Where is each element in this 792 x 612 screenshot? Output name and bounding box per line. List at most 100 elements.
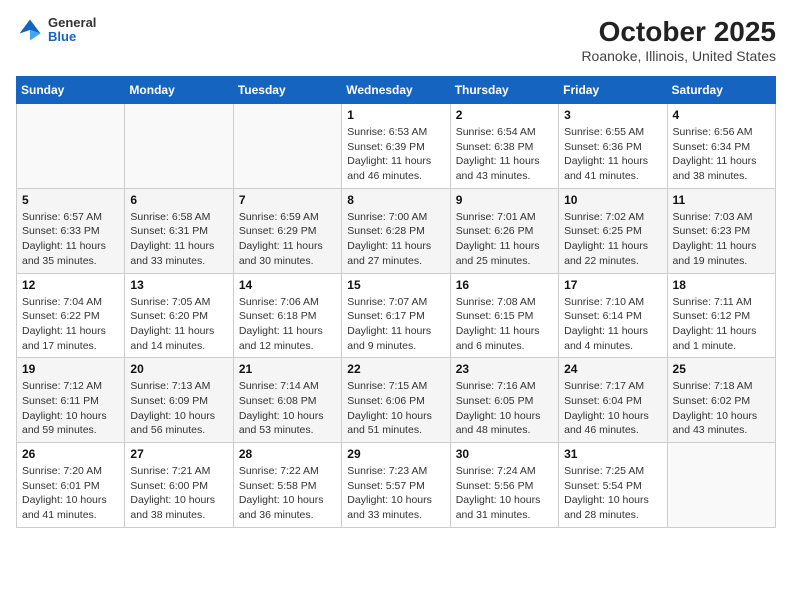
calendar-day-cell: 18 Sunrise: 7:11 AMSunset: 6:12 PMDayligh… <box>667 273 775 358</box>
cell-sun-info: Sunrise: 7:08 AMSunset: 6:15 PMDaylight:… <box>456 295 553 354</box>
calendar-day-cell: 12 Sunrise: 7:04 AMSunset: 6:22 PMDayligh… <box>17 273 125 358</box>
calendar-day-cell: 8Sunrise: 7:00 AMSunset: 6:28 PMDaylight… <box>342 188 450 273</box>
title-block: October 2025 Roanoke, Illinois, United S… <box>581 16 776 64</box>
cell-date-number: 25 <box>673 362 770 376</box>
calendar-day-cell: 27 Sunrise: 7:21 AMSunset: 6:00 PMDayligh… <box>125 443 233 528</box>
cell-sun-info: Sunrise: 6:58 AMSunset: 6:31 PMDaylight:… <box>130 210 227 269</box>
calendar-body: 1 Sunrise: 6:53 AMSunset: 6:39 PMDaylight… <box>17 104 776 528</box>
calendar-empty-cell <box>125 104 233 189</box>
cell-sun-info: Sunrise: 7:16 AMSunset: 6:05 PMDaylight:… <box>456 379 553 438</box>
cell-sun-info: Sunrise: 7:18 AMSunset: 6:02 PMDaylight:… <box>673 379 770 438</box>
calendar-day-cell: 21 Sunrise: 7:14 AMSunset: 6:08 PMDayligh… <box>233 358 341 443</box>
calendar-day-cell: 26Sunrise: 7:20 AMSunset: 6:01 PMDayligh… <box>17 443 125 528</box>
cell-date-number: 11 <box>673 193 770 207</box>
logo-text: General Blue <box>48 16 96 45</box>
weekday-header-saturday: Saturday <box>667 77 775 104</box>
cell-sun-info: Sunrise: 7:22 AMSunset: 5:58 PMDaylight:… <box>239 464 336 523</box>
cell-date-number: 30 <box>456 447 553 461</box>
cell-sun-info: Sunrise: 7:12 AMSunset: 6:11 PMDaylight:… <box>22 379 119 438</box>
cell-sun-info: Sunrise: 6:57 AMSunset: 6:33 PMDaylight:… <box>22 210 119 269</box>
cell-sun-info: Sunrise: 7:15 AMSunset: 6:06 PMDaylight:… <box>347 379 444 438</box>
cell-date-number: 19 <box>22 362 119 376</box>
calendar-day-cell: 23Sunrise: 7:16 AMSunset: 6:05 PMDayligh… <box>450 358 558 443</box>
cell-sun-info: Sunrise: 7:10 AMSunset: 6:14 PMDaylight:… <box>564 295 661 354</box>
cell-sun-info: Sunrise: 7:04 AMSunset: 6:22 PMDaylight:… <box>22 295 119 354</box>
cell-sun-info: Sunrise: 6:53 AMSunset: 6:39 PMDaylight:… <box>347 125 444 184</box>
logo-icon <box>16 16 44 44</box>
cell-date-number: 18 <box>673 278 770 292</box>
cell-sun-info: Sunrise: 7:06 AMSunset: 6:18 PMDaylight:… <box>239 295 336 354</box>
calendar-day-cell: 28 Sunrise: 7:22 AMSunset: 5:58 PMDayligh… <box>233 443 341 528</box>
cell-date-number: 24 <box>564 362 661 376</box>
cell-sun-info: Sunrise: 7:17 AMSunset: 6:04 PMDaylight:… <box>564 379 661 438</box>
cell-sun-info: Sunrise: 7:13 AMSunset: 6:09 PMDaylight:… <box>130 379 227 438</box>
cell-date-number: 3 <box>564 108 661 122</box>
cell-date-number: 27 <box>130 447 227 461</box>
cell-date-number: 1 <box>347 108 444 122</box>
cell-sun-info: Sunrise: 6:56 AMSunset: 6:34 PMDaylight:… <box>673 125 770 184</box>
cell-date-number: 31 <box>564 447 661 461</box>
cell-sun-info: Sunrise: 7:24 AMSunset: 5:56 PMDaylight:… <box>456 464 553 523</box>
calendar-day-cell: 15 Sunrise: 7:07 AMSunset: 6:17 PMDayligh… <box>342 273 450 358</box>
calendar-week-row: 1 Sunrise: 6:53 AMSunset: 6:39 PMDaylight… <box>17 104 776 189</box>
calendar-table: SundayMondayTuesdayWednesdayThursdayFrid… <box>16 76 776 528</box>
weekday-header-friday: Friday <box>559 77 667 104</box>
calendar-header: SundayMondayTuesdayWednesdayThursdayFrid… <box>17 77 776 104</box>
cell-sun-info: Sunrise: 7:07 AMSunset: 6:17 PMDaylight:… <box>347 295 444 354</box>
calendar-day-cell: 22 Sunrise: 7:15 AMSunset: 6:06 PMDayligh… <box>342 358 450 443</box>
cell-date-number: 16 <box>456 278 553 292</box>
weekday-header-sunday: Sunday <box>17 77 125 104</box>
cell-sun-info: Sunrise: 7:23 AMSunset: 5:57 PMDaylight:… <box>347 464 444 523</box>
weekday-header-thursday: Thursday <box>450 77 558 104</box>
calendar-day-cell: 24 Sunrise: 7:17 AMSunset: 6:04 PMDayligh… <box>559 358 667 443</box>
logo: General Blue <box>16 16 96 45</box>
cell-sun-info: Sunrise: 6:59 AMSunset: 6:29 PMDaylight:… <box>239 210 336 269</box>
calendar-day-cell: 1 Sunrise: 6:53 AMSunset: 6:39 PMDaylight… <box>342 104 450 189</box>
cell-sun-info: Sunrise: 7:02 AMSunset: 6:25 PMDaylight:… <box>564 210 661 269</box>
cell-sun-info: Sunrise: 7:21 AMSunset: 6:00 PMDaylight:… <box>130 464 227 523</box>
cell-date-number: 2 <box>456 108 553 122</box>
logo-general-text: General <box>48 16 96 30</box>
cell-date-number: 26 <box>22 447 119 461</box>
cell-date-number: 28 <box>239 447 336 461</box>
calendar-day-cell: 5 Sunrise: 6:57 AMSunset: 6:33 PMDaylight… <box>17 188 125 273</box>
cell-date-number: 13 <box>130 278 227 292</box>
calendar-day-cell: 9Sunrise: 7:01 AMSunset: 6:26 PMDaylight… <box>450 188 558 273</box>
weekday-row: SundayMondayTuesdayWednesdayThursdayFrid… <box>17 77 776 104</box>
cell-date-number: 5 <box>22 193 119 207</box>
cell-sun-info: Sunrise: 7:11 AMSunset: 6:12 PMDaylight:… <box>673 295 770 354</box>
calendar-day-cell: 13 Sunrise: 7:05 AMSunset: 6:20 PMDayligh… <box>125 273 233 358</box>
calendar-day-cell: 14 Sunrise: 7:06 AMSunset: 6:18 PMDayligh… <box>233 273 341 358</box>
calendar-day-cell: 20Sunrise: 7:13 AMSunset: 6:09 PMDayligh… <box>125 358 233 443</box>
cell-sun-info: Sunrise: 7:03 AMSunset: 6:23 PMDaylight:… <box>673 210 770 269</box>
cell-date-number: 8 <box>347 193 444 207</box>
calendar-day-cell: 6Sunrise: 6:58 AMSunset: 6:31 PMDaylight… <box>125 188 233 273</box>
cell-date-number: 4 <box>673 108 770 122</box>
cell-sun-info: Sunrise: 6:55 AMSunset: 6:36 PMDaylight:… <box>564 125 661 184</box>
page-header: General Blue October 2025 Roanoke, Illin… <box>16 16 776 64</box>
calendar-day-cell: 10Sunrise: 7:02 AMSunset: 6:25 PMDayligh… <box>559 188 667 273</box>
cell-date-number: 7 <box>239 193 336 207</box>
cell-sun-info: Sunrise: 6:54 AMSunset: 6:38 PMDaylight:… <box>456 125 553 184</box>
cell-date-number: 22 <box>347 362 444 376</box>
calendar-day-cell: 7 Sunrise: 6:59 AMSunset: 6:29 PMDaylight… <box>233 188 341 273</box>
cell-date-number: 21 <box>239 362 336 376</box>
logo-blue-text: Blue <box>48 30 96 44</box>
cell-sun-info: Sunrise: 7:05 AMSunset: 6:20 PMDaylight:… <box>130 295 227 354</box>
weekday-header-monday: Monday <box>125 77 233 104</box>
cell-sun-info: Sunrise: 7:01 AMSunset: 6:26 PMDaylight:… <box>456 210 553 269</box>
weekday-header-wednesday: Wednesday <box>342 77 450 104</box>
calendar-week-row: 5 Sunrise: 6:57 AMSunset: 6:33 PMDaylight… <box>17 188 776 273</box>
calendar-title: October 2025 <box>581 16 776 48</box>
cell-date-number: 14 <box>239 278 336 292</box>
cell-date-number: 12 <box>22 278 119 292</box>
calendar-day-cell: 2 Sunrise: 6:54 AMSunset: 6:38 PMDaylight… <box>450 104 558 189</box>
calendar-day-cell: 11 Sunrise: 7:03 AMSunset: 6:23 PMDayligh… <box>667 188 775 273</box>
cell-date-number: 15 <box>347 278 444 292</box>
cell-sun-info: Sunrise: 7:14 AMSunset: 6:08 PMDaylight:… <box>239 379 336 438</box>
calendar-day-cell: 4 Sunrise: 6:56 AMSunset: 6:34 PMDaylight… <box>667 104 775 189</box>
calendar-empty-cell <box>667 443 775 528</box>
calendar-day-cell: 29 Sunrise: 7:23 AMSunset: 5:57 PMDayligh… <box>342 443 450 528</box>
cell-date-number: 29 <box>347 447 444 461</box>
calendar-day-cell: 16 Sunrise: 7:08 AMSunset: 6:15 PMDayligh… <box>450 273 558 358</box>
